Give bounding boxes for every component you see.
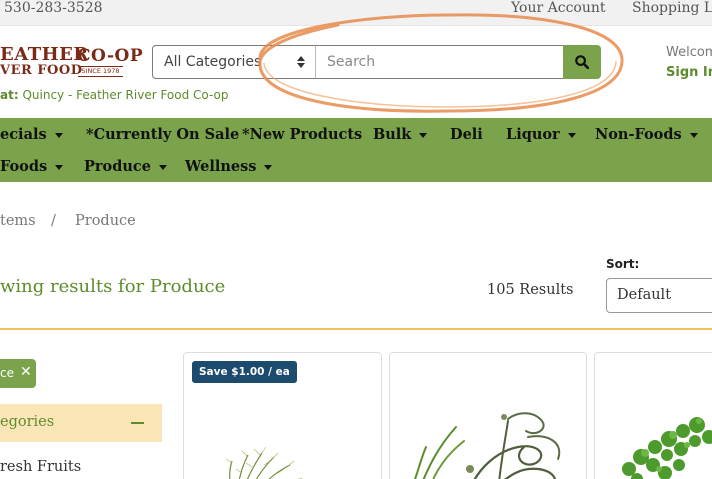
categories-title: egories: [0, 414, 55, 430]
nav-deli[interactable]: Deli: [450, 126, 483, 143]
section-divider: [0, 328, 712, 330]
sort-label: Sort:: [606, 257, 640, 271]
logo-since: SINCE 1978: [78, 66, 123, 77]
store-selector[interactable]: at: Quincy - Feather River Food Co-op: [0, 88, 229, 102]
nav-wellness[interactable]: Wellness: [185, 158, 273, 175]
close-icon[interactable]: ✕: [20, 364, 32, 380]
nav-new-products[interactable]: *New Products: [242, 126, 362, 143]
save-badge: Save $1.00 / ea: [192, 361, 297, 383]
product-image-scapes: [414, 412, 561, 479]
nav-label: Produce: [84, 158, 151, 175]
product-image-greens: [622, 417, 712, 479]
nav-non-foods[interactable]: Non-Foods: [595, 126, 698, 143]
nav-label: Wellness: [185, 158, 257, 175]
sort-select-value: Default: [617, 287, 672, 303]
store-prefix: at:: [0, 88, 19, 102]
nav-label: Deli: [450, 126, 483, 143]
category-select[interactable]: All Categories: [152, 45, 316, 79]
nav-specials[interactable]: ecials: [0, 126, 63, 143]
product-card[interactable]: Save $1.00 / ea: [183, 352, 382, 479]
chevron-down-icon: [419, 132, 428, 138]
product-card[interactable]: [594, 352, 712, 479]
chevron-down-icon: [158, 164, 167, 170]
nav-label: *New Products: [242, 126, 363, 143]
nav-currently-on-sale[interactable]: *Currently On Sale: [86, 126, 239, 143]
top-utility-bar: 530-283-3528 Your Account Shopping Li: [0, 0, 712, 26]
nav-foods[interactable]: Foods: [0, 158, 64, 175]
categories-accordion-header[interactable]: egories: [0, 404, 162, 442]
nav-bulk[interactable]: Bulk: [373, 126, 428, 143]
sign-in-link[interactable]: Sign In: [666, 65, 712, 80]
collapse-minus-icon[interactable]: [131, 422, 144, 424]
nav-label: Foods: [0, 158, 48, 175]
breadcrumb-current: Produce: [75, 213, 136, 229]
nav-liquor[interactable]: Liquor: [506, 126, 576, 143]
breadcrumb-items-link[interactable]: tems: [0, 213, 36, 229]
logo-coop: CO-OP: [77, 46, 144, 66]
category-fresh-fruits[interactable]: resh Fruits: [0, 459, 81, 475]
chevron-down-icon: [55, 164, 64, 170]
chevron-down-icon: [689, 132, 698, 138]
select-arrows-icon: [297, 56, 305, 68]
your-account-link[interactable]: Your Account: [511, 0, 606, 17]
product-image-fennel: [225, 446, 302, 479]
chevron-down-icon: [567, 132, 576, 138]
nav-produce[interactable]: Produce: [84, 158, 167, 175]
main-navigation: ecials *Currently On Sale *New Products …: [0, 118, 712, 182]
nav-label: ecials: [0, 126, 47, 143]
chevron-down-icon: [54, 132, 63, 138]
category-select-value: All Categories: [164, 54, 262, 70]
nav-label: Non-Foods: [595, 126, 682, 143]
breadcrumb-separator: /: [51, 213, 56, 229]
search-input[interactable]: [315, 45, 564, 79]
logo-text-line2: VER FOOD: [0, 63, 83, 78]
store-name: Quincy - Feather River Food Co-op: [22, 88, 229, 102]
search-icon: [575, 55, 589, 69]
product-card[interactable]: [389, 352, 587, 479]
nav-label: Liquor: [506, 126, 560, 143]
logo-text-line1: EATHER: [0, 44, 89, 65]
results-count: 105 Results: [487, 282, 574, 298]
nav-label: Bulk: [373, 126, 412, 143]
results-title: wing results for Produce: [0, 276, 226, 297]
active-filter-chip[interactable]: ce ✕: [0, 359, 36, 388]
chevron-down-icon: [264, 164, 273, 170]
welcome-text: Welcom: [666, 45, 712, 60]
sort-select[interactable]: Default: [606, 278, 712, 313]
phone-number[interactable]: 530-283-3528: [4, 0, 103, 17]
filter-chip-label: ce: [0, 366, 14, 380]
shopping-list-link[interactable]: Shopping Li: [632, 0, 712, 17]
nav-label: *Currently On Sale: [86, 126, 240, 143]
search-button[interactable]: [563, 45, 601, 79]
